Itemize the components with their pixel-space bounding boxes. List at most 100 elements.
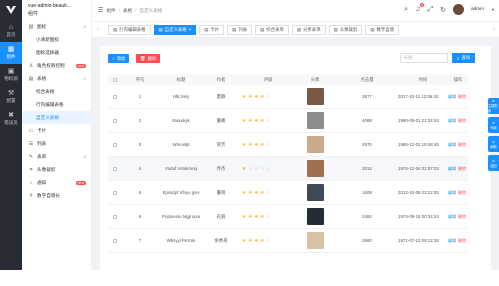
edit-link[interactable]: 编辑 <box>448 94 456 99</box>
app-logo[interactable] <box>0 0 22 20</box>
cover-image[interactable] <box>306 136 324 153</box>
edit-link[interactable]: 编辑 <box>448 214 456 219</box>
rail-item-grid[interactable]: ▦ 组件 <box>0 42 22 64</box>
cover-image[interactable] <box>306 112 324 129</box>
edit-link[interactable]: 编辑 <box>448 142 456 147</box>
sidebar-item[interactable]: 小清新图标 <box>22 33 91 46</box>
rail-item-bug[interactable]: ✖ 错误页 <box>0 108 22 130</box>
tab[interactable]: ▤ 综合表单 <box>255 24 289 35</box>
close-icon[interactable]: × <box>189 27 192 32</box>
fullscreen-icon[interactable]: ⤢ <box>427 6 433 14</box>
sidebar-item[interactable]: 综合表格 <box>22 85 91 98</box>
header-author: 作者 <box>216 76 226 82</box>
sidebar-item[interactable]: ♙ 角色权限控制 new <box>22 59 91 72</box>
sidebar-item[interactable]: ✎ 表单 ∨ <box>22 150 91 163</box>
row-checkbox[interactable] <box>108 118 122 123</box>
table-row[interactable]: 2 Ewxukyk 董峰 ★★★★★ 4088 1990-05-01 21:34:04 编辑… <box>108 109 468 133</box>
search-button[interactable]: ⌕ 查询 <box>452 53 476 63</box>
sidebar-item[interactable]: ⌗ 头像裁剪 <box>22 163 91 176</box>
floating-tab[interactable]: ⚙ 主题配置 <box>488 98 499 114</box>
breadcrumb-item[interactable]: 组件 <box>106 8 115 14</box>
delete-link[interactable]: 删除 <box>458 142 466 147</box>
floating-tab[interactable]: ⚙ 刷新 <box>488 136 499 152</box>
tab-label: 分步表单 <box>303 26 321 32</box>
edit-link[interactable]: 编辑 <box>448 190 456 195</box>
delete-link[interactable]: 删除 <box>458 166 466 171</box>
tab[interactable]: ▤ 头像裁剪 <box>328 24 363 35</box>
row-checkbox[interactable] <box>108 214 122 219</box>
cover-image[interactable] <box>306 88 324 105</box>
row-checkbox[interactable] <box>108 142 122 147</box>
cell-rating: ★★★★★ <box>238 238 294 244</box>
sidebar-item[interactable]: 行内编辑表格 <box>22 98 91 111</box>
cover-image[interactable] <box>306 184 324 201</box>
row-checkbox[interactable] <box>108 238 122 243</box>
cell-index: 1 <box>138 94 142 99</box>
avatar[interactable] <box>452 4 464 15</box>
sidebar-item[interactable]: 图标选择器 <box>22 46 91 59</box>
table-row[interactable]: 7 Wbsyyl Pezmk 余秀英 ★★★★★ 2660 1971-07-12 09:1… <box>108 229 468 253</box>
breadcrumb-item[interactable]: 表格 <box>123 8 132 14</box>
tab[interactable]: ▤ 卡片 <box>199 24 225 35</box>
user-name[interactable]: admin <box>471 7 484 12</box>
rail-item-wrench[interactable]: ⚒ 配置 <box>0 86 22 108</box>
sidebar-item[interactable]: ♪ 通知 new <box>22 176 91 189</box>
refresh-icon[interactable]: ↻ <box>440 6 446 14</box>
floating-tab[interactable]: ⚙ 返回 <box>488 155 499 171</box>
cover-image[interactable] <box>306 160 324 177</box>
cover-image[interactable] <box>306 208 324 225</box>
tab[interactable]: ▤ 列表 <box>227 24 253 35</box>
cell-author: 董明 <box>216 189 226 195</box>
menu-fold-icon[interactable]: ☰ <box>98 7 103 14</box>
cell-time: 1990-05-01 21:34:04 <box>398 117 439 123</box>
table-row[interactable]: 5 Epssdyf Vfnyu jyxx 董明 ★★★★★ 1608 2012-10-09… <box>108 181 468 205</box>
rail-item-home[interactable]: ⌂ 首页 <box>0 20 22 42</box>
cover-image[interactable] <box>306 232 324 249</box>
select-all-checkbox[interactable] <box>108 77 122 82</box>
add-button[interactable]: + 添加 <box>108 54 130 63</box>
tab[interactable]: ▤ 自定义表格 × <box>153 24 197 35</box>
delete-link[interactable]: 删除 <box>458 238 466 243</box>
sidebar-item[interactable]: ▭ 卡片 <box>22 124 91 137</box>
search-icon: ⌕ <box>457 55 460 61</box>
chevron-right-icon[interactable]: › <box>493 27 495 33</box>
delete-link[interactable]: 删除 <box>458 94 466 99</box>
table-row[interactable]: 1 HhLXely 夏静 ★★★★★ 2877 2017-10-11 12:06:42 编辑… <box>108 85 468 109</box>
cell-time: 2012-10-09 23:22:05 <box>398 189 439 195</box>
cell-index: 7 <box>138 238 142 243</box>
edit-link[interactable]: 编辑 <box>448 166 456 171</box>
search-input[interactable]: 标题 <box>400 53 448 63</box>
header-pageviews: 点击量 <box>360 76 374 82</box>
search-icon[interactable]: ⌕ <box>404 6 408 14</box>
grid-icon: ▦ <box>7 46 15 53</box>
edit-link[interactable]: 编辑 <box>448 238 456 243</box>
row-checkbox[interactable] <box>108 94 122 99</box>
tab[interactable]: ▤ 行内编辑表格 <box>108 24 151 35</box>
row-checkbox[interactable] <box>108 190 122 195</box>
sidebar-item[interactable]: 自定义表格 <box>22 111 91 124</box>
app-title: vue-admin-beauti... <box>28 3 71 9</box>
chevron-left-icon[interactable]: ‹ <box>97 27 99 33</box>
sidebar-item[interactable]: ☰ 列表 <box>22 137 91 150</box>
table-row[interactable]: 3 Wmovlpt 贺芳 ★★★★★ 2970 1996-12-02 19:48:45 编辑… <box>108 133 468 157</box>
delete-link[interactable]: 删除 <box>458 190 466 195</box>
sidebar-item-label: 图标选择器 <box>36 49 59 55</box>
row-checkbox[interactable] <box>108 166 122 171</box>
delete-button[interactable]: 🗑︎ 删除 <box>136 54 161 63</box>
edit-link[interactable]: 编辑 <box>448 118 456 123</box>
sidebar-item[interactable]: ▧ 图标 ∧ <box>22 20 91 33</box>
delete-link[interactable]: 删除 <box>458 214 466 219</box>
bell-icon[interactable]: ♫ 5 <box>415 3 425 13</box>
sidebar-item[interactable]: ▤ 表格 ∧ <box>22 72 91 85</box>
tab[interactable]: ▤ 分步表单 <box>291 24 326 35</box>
rail-item-cube[interactable]: ▣ 物料源 <box>0 64 22 86</box>
table-row[interactable]: 6 Popseusu Mgjl iyxa 孔丽 ★★★★★ 2492 1974-08-15… <box>108 205 468 229</box>
tab[interactable]: ▤ 数字自增 <box>365 24 400 35</box>
rail-item-label: 组件 <box>6 54 16 59</box>
cell-time: 1974-12-04 01:07:03 <box>398 165 439 171</box>
table-row[interactable]: 4 Vsduf Vsmkmnq 乔杰 ★★★★★ 2012 1974-12-04 01:0… <box>108 157 468 181</box>
delete-link[interactable]: 删除 <box>458 118 466 123</box>
sidebar-item[interactable]: # 数字自增长 <box>22 189 91 202</box>
floating-tab[interactable]: ⚙ 布局 <box>488 117 499 133</box>
chevron-down-icon[interactable]: ▼ <box>491 7 495 12</box>
